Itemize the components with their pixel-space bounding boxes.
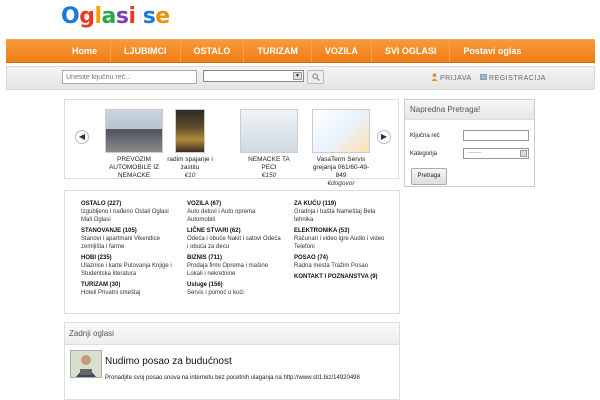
site-logo[interactable]: Oglasi se: [61, 4, 170, 29]
latest-ads-title: Zadnji oglasi: [65, 323, 399, 345]
item-image: [105, 109, 163, 153]
logo-letter: a: [101, 4, 117, 29]
category-title[interactable]: STANOVANJE (105): [81, 227, 181, 235]
logo-letter: s: [142, 4, 156, 29]
category-sub[interactable]: Hoteli Privatni smeštaj: [81, 289, 181, 297]
item-image: [175, 109, 205, 153]
panel-title: Napredna Pretraga!: [405, 100, 534, 120]
category-column: OSTALO (227) Izgubljeno i nađeno Ostali O…: [81, 200, 181, 300]
ad-title[interactable]: Nudimo posao za budućnost: [105, 356, 232, 367]
category-label: Kategorija: [410, 151, 438, 157]
nav-ljubimci[interactable]: LJUBIMCI: [111, 40, 181, 62]
logo-letter: O: [61, 4, 80, 29]
main-nav: Home LJUBIMCI OSTALO TURIZAM VOZILA SVI …: [6, 39, 595, 63]
item-price: €10: [184, 172, 196, 179]
carousel-item[interactable]: VasaTerm Servis grejanja 061/60-49-849 €…: [308, 109, 374, 188]
nav-ostalo[interactable]: OSTALO: [181, 40, 245, 62]
ad-image[interactable]: [70, 350, 102, 378]
category-column: ZA KUĆU (119) Gradnja i bašta Nameštaj Be…: [294, 200, 396, 284]
category-title[interactable]: LIČNE STVARI (62): [187, 227, 283, 235]
category-title[interactable]: ELEKTRONIKA (53): [294, 227, 396, 235]
category-title[interactable]: TURIZAM (30): [81, 281, 181, 289]
item-image: [312, 109, 370, 153]
category-sub[interactable]: Servis i pomoć u kući: [187, 289, 283, 297]
category-value: --------: [468, 150, 482, 156]
chevron-down-icon: ▼: [293, 72, 302, 80]
advanced-search-panel: Napredna Pretraga! Ključna reč Kategorij…: [404, 99, 535, 187]
category-sub[interactable]: Gradnja i bašta Nameštaj Bela tehnika: [294, 208, 396, 224]
keyword-input[interactable]: [463, 130, 529, 141]
featured-carousel: ◀ PREVOZIM AUTOMOBILE IZ NEMACKE radim s…: [64, 99, 399, 187]
search-input[interactable]: [62, 70, 197, 84]
register-link[interactable]: REGISTRACIJA: [480, 73, 546, 82]
nav-vozila[interactable]: VOZILA: [312, 40, 372, 62]
carousel-item[interactable]: NEMACKE TA PECI €150: [240, 109, 298, 180]
category-title[interactable]: VOZILA (67): [187, 200, 283, 208]
ad-description: Pronadjite svoj posao snova na internetu…: [105, 375, 360, 381]
nav-home[interactable]: Home: [66, 40, 112, 62]
item-title: VasaTerm Servis grejanja 061/60-49-849: [312, 156, 370, 179]
item-image: [240, 109, 298, 153]
search-bar: ▼ PRIJAVA REGISTRACIJA: [6, 66, 595, 90]
carousel-item[interactable]: radim spajanje i zastitu €10: [166, 109, 214, 180]
category-title[interactable]: BIZNIS (711): [187, 254, 283, 262]
category-sub[interactable]: Auto delovi i Auto oprema Automobili: [187, 208, 283, 224]
register-icon: [480, 74, 487, 80]
category-select[interactable]: ▼: [203, 70, 304, 82]
carousel-prev-button[interactable]: ◀: [75, 130, 89, 144]
nav-svi-oglasi[interactable]: SVI OGLASI: [372, 40, 451, 62]
category-sub[interactable]: Prodaja firmi Oprema i mašine Lokali i n…: [187, 262, 283, 278]
category-title[interactable]: KONTAKT I POZNANSTVA (9): [294, 273, 396, 281]
category-title[interactable]: Usluge (156): [187, 281, 283, 289]
category-sub[interactable]: Računari i video igre Audio i video Tele…: [294, 235, 396, 251]
nav-turizam[interactable]: TURIZAM: [244, 40, 312, 62]
carousel-next-button[interactable]: ▶: [377, 130, 391, 144]
latest-ads: Zadnji oglasi Nudimo posao za budućnost …: [64, 322, 400, 400]
item-title: radim spajanje i zastitu: [167, 156, 213, 171]
logo-letter: g: [79, 4, 95, 29]
category-sub[interactable]: Odeća i obuće Nakit i satovi Odeća i obu…: [187, 235, 283, 251]
category-title[interactable]: ZA KUĆU (119): [294, 200, 396, 208]
logo-letter: e: [155, 4, 170, 29]
category-list: OSTALO (227) Izgubljeno i nađeno Ostali O…: [64, 190, 400, 314]
search-button[interactable]: [307, 70, 324, 84]
category-sub[interactable]: Izgubljeno i nađeno Ostali Oglasi Mali O…: [81, 208, 181, 224]
chevron-down-icon: [520, 150, 527, 157]
user-icon: [431, 73, 438, 81]
category-title[interactable]: OSTALO (227): [81, 200, 181, 208]
item-title: NEMACKE TA PECI: [248, 156, 290, 171]
login-link[interactable]: PRIJAVA: [431, 73, 472, 82]
logo-letter: i: [128, 4, 136, 29]
logo-letter: [136, 4, 143, 29]
nav-postavi-oglas[interactable]: Postavi oglas: [450, 40, 534, 62]
logo-letter: l: [94, 4, 102, 29]
search-icon: [312, 73, 320, 81]
login-label: PRIJAVA: [440, 75, 472, 82]
category-sub[interactable]: Radna mesta Tražim Posao: [294, 262, 396, 270]
keyword-label: Ključna reč: [410, 133, 440, 139]
logo-letter: s: [115, 4, 129, 29]
item-price: €dogovor: [327, 180, 355, 187]
item-title: PREVOZIM AUTOMOBILE IZ NEMACKE: [108, 156, 160, 179]
person-icon: [71, 351, 101, 377]
carousel-item[interactable]: PREVOZIM AUTOMOBILE IZ NEMACKE: [105, 109, 163, 180]
category-column: VOZILA (67) Auto delovi i Auto oprema Aut…: [187, 200, 283, 300]
category-title[interactable]: POSAO (74): [294, 254, 396, 262]
item-price: €150: [261, 172, 277, 179]
register-label: REGISTRACIJA: [489, 75, 546, 82]
category-dropdown[interactable]: --------: [463, 148, 529, 159]
category-sub[interactable]: Ulaznice i karte Putovanja Knjige i Stud…: [81, 262, 181, 278]
category-title[interactable]: HOBI (235): [81, 254, 181, 262]
category-sub[interactable]: Stanovi i apartmani Vikendice zemljišta …: [81, 235, 181, 251]
advanced-search-button[interactable]: Pretraga: [411, 168, 447, 185]
